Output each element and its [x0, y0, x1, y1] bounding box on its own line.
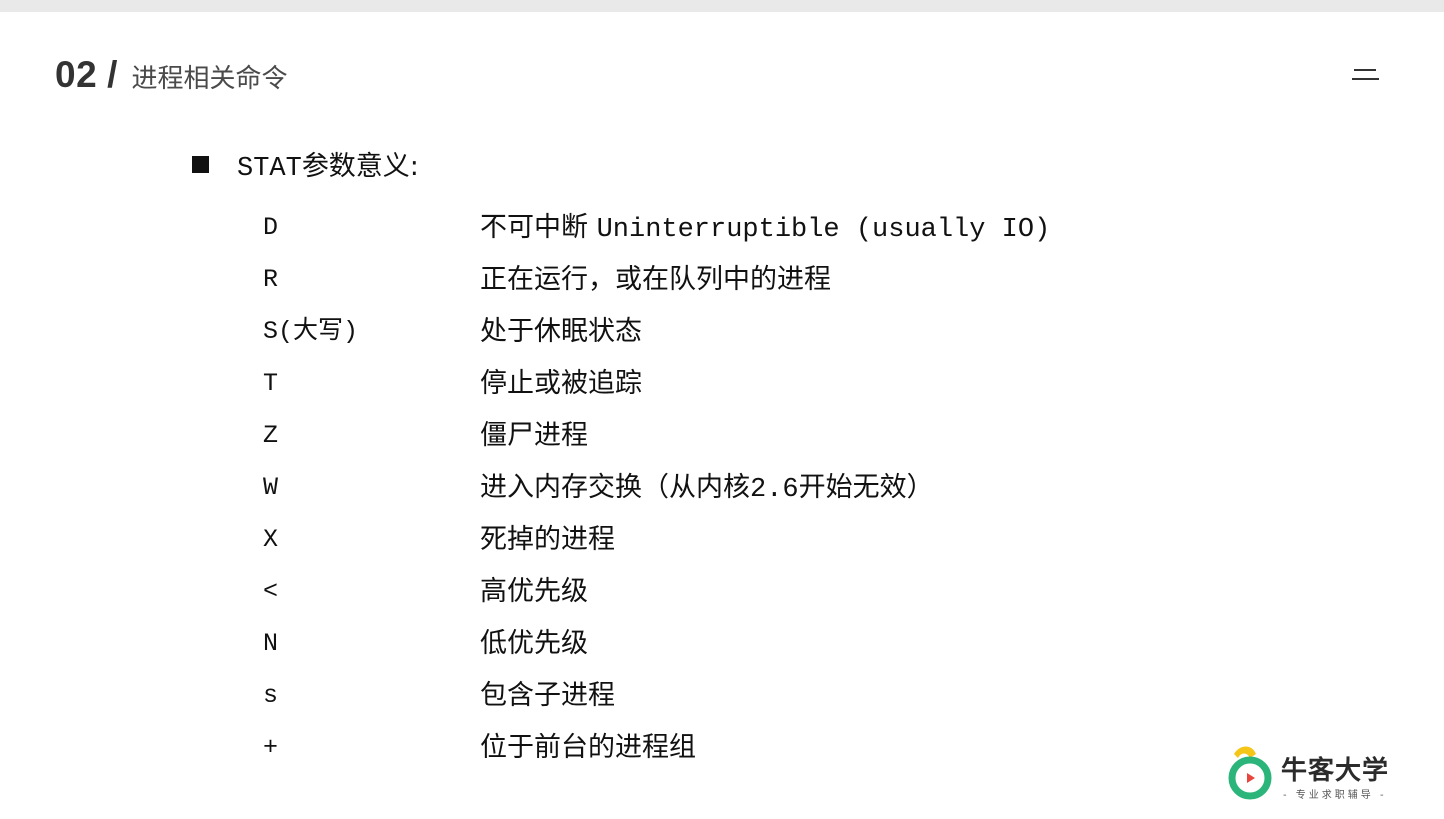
stat-row: S(大写) 处于休眠状态 — [263, 306, 1183, 358]
stat-code-cell: N — [263, 629, 279, 658]
stat-code-cell: S(大写) — [263, 317, 359, 346]
stat-desc-cell: 进入内存交换（从内核2.6开始无效） — [480, 462, 934, 516]
stat-row: Z 僵尸进程 — [263, 410, 1183, 462]
stat-row: N 低优先级 — [263, 618, 1183, 670]
stat-heading-text: STAT参数意义: — [237, 144, 419, 184]
stat-code-cell: R — [263, 265, 279, 294]
niuke-logo-icon — [1228, 746, 1272, 800]
stat-row: D 不可中断 Uninterruptible (usually IO) — [263, 202, 1183, 254]
stat-label: 参数意义: — [301, 151, 419, 182]
stat-code-cell: + — [263, 733, 279, 762]
stat-code-cell: D — [263, 213, 279, 242]
page-title: 进程相关命令 — [131, 64, 288, 94]
stat-desc-text: 位于前台的进程组 — [480, 732, 696, 763]
stat-desc-cell: 正在运行，或在队列中的进程 — [480, 254, 831, 306]
stat-desc-cell: 死掉的进程 — [480, 514, 615, 566]
niuke-logo: 牛客大学 - 专业求职辅导 - — [1226, 740, 1391, 802]
stat-code-cell: T — [263, 369, 279, 398]
stat-desc-mono: 2.6 — [750, 475, 799, 505]
stat-desc-text: 停止或被追踪 — [480, 368, 642, 399]
stat-row: W 进入内存交换（从内核2.6开始无效） — [263, 462, 1183, 514]
stat-desc-cell: 僵尸进程 — [480, 410, 588, 462]
stat-heading: STAT参数意义: — [192, 144, 419, 184]
logo-tagline: - 专业求职辅导 - — [1283, 790, 1387, 801]
section-number: 02 — [55, 54, 98, 95]
stat-desc-cell: 处于休眠状态 — [480, 306, 642, 358]
stat-row: X 死掉的进程 — [263, 514, 1183, 566]
stat-desc-text: 进入内存交换（从内核 — [480, 472, 750, 503]
stat-desc-text: 低优先级 — [480, 628, 588, 659]
stat-code-cell: s — [263, 681, 279, 710]
section-separator: / — [107, 54, 118, 95]
stat-desc-cell: 包含子进程 — [480, 670, 615, 722]
stat-desc-cell: 位于前台的进程组 — [480, 722, 696, 774]
stat-row: T 停止或被追踪 — [263, 358, 1183, 410]
stat-row: < 高优先级 — [263, 566, 1183, 618]
stat-desc-text: 死掉的进程 — [480, 524, 615, 555]
stat-desc-text: 不可中断 — [480, 212, 597, 243]
stat-desc-text: 僵尸进程 — [480, 420, 588, 451]
stat-desc-text: 包含子进程 — [480, 680, 615, 711]
stat-code-cell: < — [263, 577, 279, 606]
stat-desc-cell: 高优先级 — [480, 566, 588, 618]
stat-desc-cell: 不可中断 Uninterruptible (usually IO) — [480, 202, 1050, 256]
menu-icon[interactable] — [1352, 67, 1379, 83]
stat-code-cell: Z — [263, 421, 279, 450]
stat-code-cell: X — [263, 525, 279, 554]
page-header: 02 / 进程相关命令 — [55, 54, 287, 98]
stat-desc-text: 正在运行，或在队列中的进程 — [480, 264, 831, 295]
stat-code-cell: W — [263, 473, 279, 502]
stat-desc-text: 处于休眠状态 — [480, 316, 642, 347]
stat-row: + 位于前台的进程组 — [263, 722, 1183, 774]
stat-desc-cell: 停止或被追踪 — [480, 358, 642, 410]
stat-row: R 正在运行，或在队列中的进程 — [263, 254, 1183, 306]
stat-row: s 包含子进程 — [263, 670, 1183, 722]
stat-desc-cell: 低优先级 — [480, 618, 588, 670]
bullet-square-icon — [192, 155, 209, 173]
slide: 02 / 进程相关命令 STAT参数意义: D 不可中断 Uninterrupti… — [0, 12, 1444, 819]
stat-code: STAT — [237, 154, 302, 184]
logo-name: 牛客大学 — [1281, 756, 1390, 786]
stat-desc-mono: Uninterruptible (usually IO) — [596, 215, 1051, 245]
stat-desc-text: 高优先级 — [480, 576, 588, 607]
menu-line — [1354, 69, 1376, 71]
menu-line — [1352, 78, 1379, 80]
stat-desc-tail: 开始无效） — [798, 472, 934, 503]
